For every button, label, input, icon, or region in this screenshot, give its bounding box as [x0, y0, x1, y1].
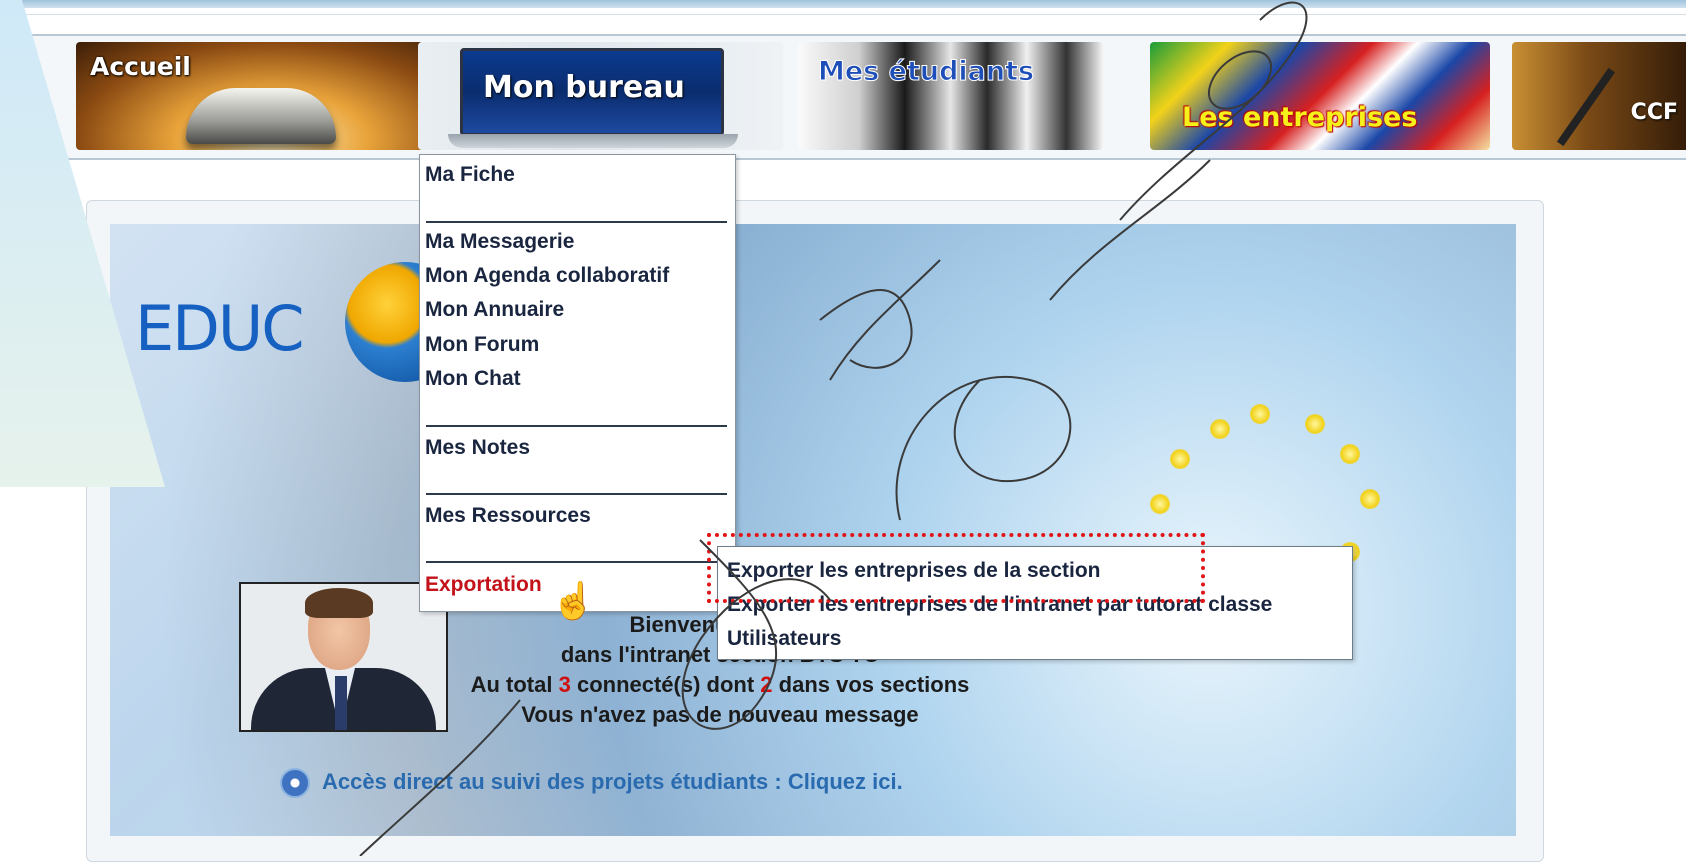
dotted-highlight-box — [707, 533, 1205, 603]
map-dot — [1305, 414, 1325, 434]
map-dot — [1150, 494, 1170, 514]
nav-tile-les-entreprises-label: Les entreprises — [1182, 102, 1418, 133]
reception-bell-image — [186, 88, 336, 144]
avatar — [239, 582, 448, 732]
nav-tile-mes-etudiants[interactable]: Mes étudiants — [798, 42, 1103, 150]
nav-tile-les-entreprises[interactable]: Les entreprises — [1150, 42, 1490, 150]
submenu-item-utilisateurs[interactable]: Utilisateurs — [727, 627, 841, 651]
menu-item-exportation[interactable]: Exportation — [425, 573, 542, 597]
map-dot — [1170, 449, 1190, 469]
map-dot — [1250, 404, 1270, 424]
menu-item-mon-agenda[interactable]: Mon Agenda collaboratif — [425, 264, 669, 288]
nav-tile-accueil[interactable]: Accueil — [76, 42, 431, 150]
menu-separator — [426, 221, 727, 223]
menu-item-ma-fiche[interactable]: Ma Fiche — [425, 163, 515, 187]
map-dot — [1210, 419, 1230, 439]
menu-item-mon-chat[interactable]: Mon Chat — [425, 367, 521, 391]
menu-item-ma-messagerie[interactable]: Ma Messagerie — [425, 230, 574, 254]
quick-access-link[interactable]: Accès direct au suivi des projets étudia… — [280, 768, 903, 798]
hand-cursor-icon: ☝ — [551, 580, 596, 621]
quick-access-label: Accès direct au suivi des projets étudia… — [322, 768, 903, 794]
connected-prefix: Au total — [470, 672, 559, 697]
hero-background — [110, 224, 1516, 836]
avatar-hair — [305, 588, 373, 618]
menu-item-mon-forum[interactable]: Mon Forum — [425, 333, 539, 357]
nav-tile-mon-bureau-label: Mon bureau — [483, 70, 685, 105]
map-dot — [1340, 444, 1360, 464]
menu-item-mes-ressources[interactable]: Mes Ressources — [425, 504, 591, 528]
nav-tile-accueil-label: Accueil — [90, 52, 191, 81]
connected-suffix: dans vos sections — [772, 672, 970, 697]
menu-separator — [426, 561, 727, 563]
laptop-keyboard-image — [448, 134, 738, 148]
message-status: Vous n'avez pas de nouveau message — [521, 702, 919, 727]
connected-summary: Au total 3 connecté(s) dont 2 dans vos s… — [440, 670, 1000, 700]
connected-sections: 2 — [760, 672, 773, 697]
map-dot — [1360, 489, 1380, 509]
nav-tile-ccf-label: CCF — [1630, 100, 1678, 125]
play-circle-icon — [280, 768, 310, 798]
nav-tile-ccf[interactable]: CCF — [1512, 42, 1686, 150]
nav-tile-mes-etudiants-label: Mes étudiants — [817, 56, 1035, 88]
mon-bureau-dropdown: Ma Fiche Ma Messagerie Mon Agenda collab… — [419, 154, 736, 612]
nav-tile-mon-bureau[interactable]: Mon bureau — [418, 42, 783, 150]
avatar-tie — [335, 676, 347, 730]
top-stripe — [0, 0, 1686, 8]
menu-separator — [426, 425, 727, 427]
fountain-pen-icon — [1556, 67, 1616, 147]
navigation-banner: Accueil Mon bureau Mes étudiants Les ent… — [26, 34, 1686, 160]
menu-separator — [426, 493, 727, 495]
menu-item-mes-notes[interactable]: Mes Notes — [425, 436, 530, 460]
connected-mid: connecté(s) dont — [570, 672, 761, 697]
menu-item-mon-annuaire[interactable]: Mon Annuaire — [425, 298, 564, 322]
educ-logo: EDUC — [135, 292, 305, 365]
connected-total: 3 — [558, 672, 571, 697]
top-divider — [0, 14, 1686, 15]
